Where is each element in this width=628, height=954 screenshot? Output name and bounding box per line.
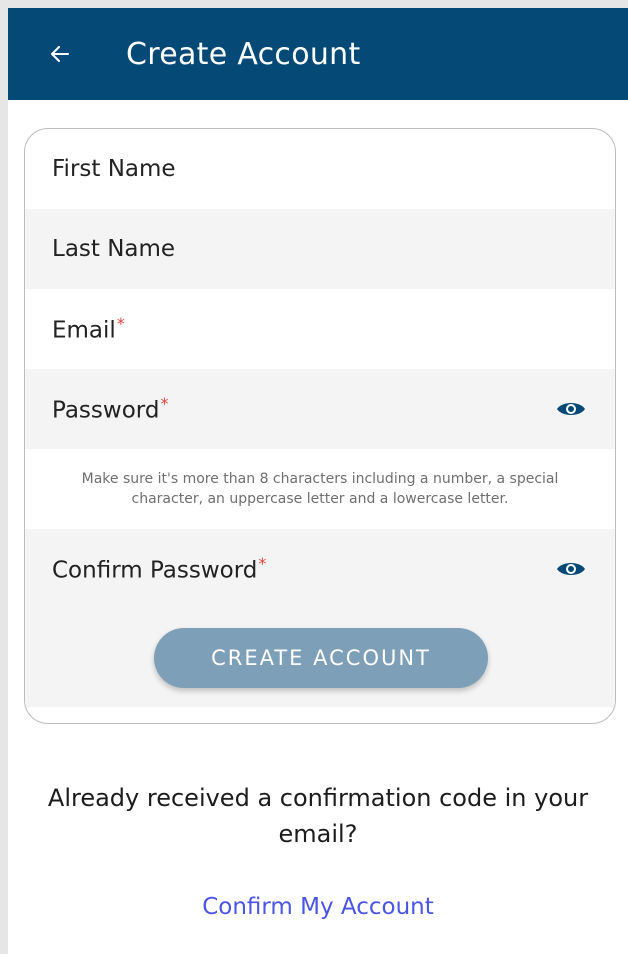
password-label-wrap: Password* bbox=[52, 394, 554, 424]
confirm-account-link[interactable]: Confirm My Account bbox=[8, 894, 628, 920]
confirm-password-field[interactable]: Confirm Password* bbox=[25, 529, 615, 609]
arrow-left-icon bbox=[51, 46, 69, 62]
last-name-label: Last Name bbox=[52, 236, 176, 262]
password-label: Password bbox=[52, 397, 160, 424]
confirm-password-label-wrap: Confirm Password* bbox=[52, 554, 554, 584]
password-field[interactable]: Password* bbox=[25, 369, 615, 449]
create-account-button[interactable]: CREATE ACCOUNT bbox=[154, 628, 488, 688]
top-border bbox=[0, 0, 628, 8]
eye-icon bbox=[557, 563, 585, 575]
confirm-password-visibility-toggle[interactable] bbox=[554, 558, 588, 580]
first-name-label: First Name bbox=[52, 156, 176, 182]
email-label: Email bbox=[52, 317, 116, 344]
email-field[interactable]: Email* bbox=[25, 289, 615, 369]
required-marker: * bbox=[258, 554, 267, 574]
confirm-section: Confirm Password* CREATE ACCOUNT bbox=[25, 529, 615, 707]
last-name-field[interactable]: Last Name bbox=[25, 209, 615, 289]
first-name-field[interactable]: First Name bbox=[25, 129, 615, 209]
page-title: Create Account bbox=[126, 36, 361, 72]
email-label-wrap: Email* bbox=[52, 314, 588, 344]
password-hint: Make sure it's more than 8 characters in… bbox=[81, 471, 559, 507]
required-marker: * bbox=[116, 314, 125, 334]
required-marker: * bbox=[160, 394, 169, 414]
confirmation-prompt: Already received a confirmation code in … bbox=[47, 784, 589, 848]
confirm-password-label: Confirm Password bbox=[52, 557, 258, 584]
left-border bbox=[0, 0, 8, 954]
signup-form: First Name Last Name Email* Password* Ma… bbox=[24, 128, 616, 724]
eye-icon bbox=[557, 403, 585, 415]
back-button[interactable] bbox=[40, 34, 80, 74]
app-bar: Create Account bbox=[8, 8, 628, 100]
password-visibility-toggle[interactable] bbox=[554, 398, 588, 420]
